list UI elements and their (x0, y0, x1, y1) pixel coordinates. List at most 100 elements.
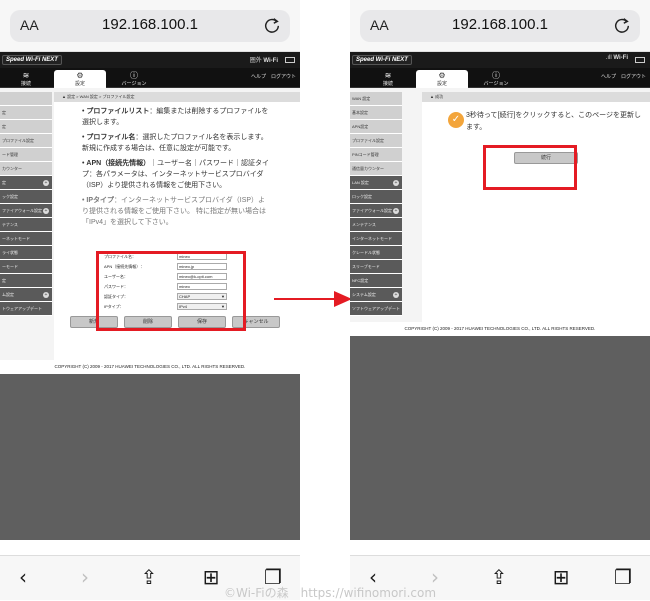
reload-icon[interactable] (263, 16, 281, 34)
help-link[interactable]: ヘルプ (251, 74, 266, 80)
expand-icon: + (43, 292, 49, 298)
sidebar-item[interactable]: PINコード管理 (350, 148, 402, 162)
sidebar-item[interactable] (0, 92, 52, 106)
sidebar-item-label: プロファイル設定 (352, 138, 384, 143)
arrow-icon (274, 291, 352, 307)
sidebar-item-label: ファイアウォール設定 (352, 208, 392, 213)
sidebar-item-label: カウンター (2, 166, 22, 171)
tabs-icon[interactable]: ❐ (612, 564, 634, 590)
sidebar-item[interactable]: ーネットモード (0, 232, 52, 246)
sidebar-item[interactable]: クレードル状態 (350, 246, 402, 260)
sidebar-item[interactable]: プロファイル設定 (350, 134, 402, 148)
wifi-icon: ≋ (384, 71, 392, 80)
sidebar-item-label: ード管理 (2, 152, 18, 157)
sidebar-item[interactable]: ード管理 (0, 148, 52, 162)
sidebar-item[interactable]: APN設定 (350, 120, 402, 134)
sidebar-item-label: テナンス (2, 222, 18, 227)
sidebar-item[interactable]: ム設定 + (0, 288, 52, 302)
signal-status: .ıll Wi-Fi (605, 55, 628, 61)
sidebar-item[interactable]: 通信量カウンター (350, 162, 402, 176)
tab-connect[interactable]: ≋ 接続 (0, 70, 52, 88)
router-header: Speed Wi-Fi NEXT .ıll Wi-Fi (350, 52, 650, 68)
left-phone-screen: AA 192.168.100.1 Speed Wi-Fi NEXT 圏外 Wi-… (0, 0, 300, 600)
sidebar-item[interactable]: 基本設定 (350, 106, 402, 120)
success-message: 3秒待って[続行]をクリックすると、このページを更新します。 (466, 112, 642, 131)
sidebar-item[interactable]: NFC設定 (350, 274, 402, 288)
sidebar-item[interactable]: 定 + (0, 176, 52, 190)
sidebar-item[interactable]: テナンス (0, 218, 52, 232)
sidebar-item-label: ーモード (2, 264, 18, 269)
back-icon[interactable]: ‹ (12, 564, 34, 590)
forward-icon[interactable]: › (74, 564, 96, 590)
sidebar-item-label: LAN 設定 (352, 180, 369, 185)
sidebar-item-label: NFC設定 (352, 278, 369, 283)
sidebar-item[interactable]: ーモード (0, 260, 52, 274)
settings-sidebar: 定定プロファイル設定 ード管理 カウンター定 + ック設定 ファイアウォール設定 + テナンス… (0, 92, 52, 316)
router-header: Speed Wi-Fi NEXT 圏外 Wi-Fi (0, 52, 300, 68)
sidebar-item-label: ファイアウォール設定 (2, 208, 42, 213)
highlight-box-continue (483, 145, 577, 190)
tab-settings[interactable]: ⚙ 設定 (54, 70, 106, 88)
bookmarks-icon[interactable]: ⊞ (550, 564, 572, 590)
router-tabbar: ≋ 接続 ⚙ 設定 ⓘ バージョン ヘルプ ログアウト (0, 68, 300, 88)
sidebar-item-label: 通信量カウンター (352, 166, 384, 171)
sidebar-item[interactable]: カウンター (0, 162, 52, 176)
sidebar-item[interactable]: システム設定 + (350, 288, 402, 302)
expand-icon: + (43, 180, 49, 186)
sidebar-item[interactable]: 定 (0, 274, 52, 288)
battery-icon (635, 57, 645, 63)
settings-content: WAN 設定基本設定 APN設定プロファイル設定 PINコード管理通信量カウンター L… (350, 88, 650, 322)
sidebar-item[interactable]: ソフトウェアアップデート (350, 302, 402, 316)
sidebar-item[interactable]: LAN 設定 + (350, 176, 402, 190)
copyright: COPYRIGHT (C) 2009 - 2017 HUAWEI TECHNOL… (0, 360, 300, 374)
gear-icon: ⚙ (438, 71, 446, 80)
sidebar-item-label: ーネットモード (2, 236, 30, 241)
desc-apn: • APN（接続先情報）｜ユーザー名｜パスワード｜認証タイプ：各パラメータは、イ… (82, 160, 270, 189)
expand-icon: + (393, 292, 399, 298)
tab-version[interactable]: ⓘ バージョン (108, 70, 160, 88)
sidebar-item[interactable]: インターネットモード (350, 232, 402, 246)
sidebar-item-label: クレードル状態 (352, 250, 380, 255)
reload-icon[interactable] (613, 16, 631, 34)
sidebar-item[interactable]: 定 (0, 106, 52, 120)
tab-version[interactable]: ⓘ バージョン (470, 70, 522, 88)
info-icon: ⓘ (130, 71, 138, 80)
highlight-box-form (96, 251, 246, 331)
sidebar-item[interactable]: ライ状態 (0, 246, 52, 260)
address-bar[interactable]: AA 192.168.100.1 (360, 10, 640, 42)
tab-settings[interactable]: ⚙ 設定 (416, 70, 468, 88)
sidebar-item[interactable]: ック設定 (0, 190, 52, 204)
router-logo: Speed Wi-Fi NEXT (352, 55, 412, 65)
sidebar-item-label: ライ状態 (2, 250, 18, 255)
sidebar-item[interactable]: ファイアウォール設定 + (350, 204, 402, 218)
right-phone-screen: AA 192.168.100.1 Speed Wi-Fi NEXT .ıll W… (350, 0, 650, 600)
sidebar-item-label: 定 (2, 180, 6, 185)
sidebar-item[interactable]: ファイアウォール設定 + (0, 204, 52, 218)
help-logout: ヘルプ ログアウト (596, 73, 646, 80)
logout-link[interactable]: ログアウト (271, 74, 296, 80)
sidebar-item-label: WAN 設定 (352, 96, 371, 101)
success-panel: ▲ 成功 ✓ 3秒待って[続行]をクリックすると、このページを更新します。 続行 (422, 92, 650, 322)
tab-connect[interactable]: ≋ 接続 (362, 70, 414, 88)
sidebar-item[interactable]: WAN 設定 (350, 92, 402, 106)
sidebar-item[interactable]: メンテナンス (350, 218, 402, 232)
sidebar-item-label: プロファイル設定 (2, 138, 34, 143)
sidebar-item-label: 定 (2, 124, 6, 129)
url-text: 192.168.100.1 (452, 16, 548, 33)
browser-toolbar: AA 192.168.100.1 (350, 0, 650, 52)
router-tabbar: ≋ 接続 ⚙ 設定 ⓘ バージョン ヘルプ ログアウト (350, 68, 650, 88)
help-link[interactable]: ヘルプ (601, 74, 616, 80)
sidebar-item-label: ック設定 (2, 194, 18, 199)
sidebar-item[interactable]: トウェアアップデート (0, 302, 52, 316)
wifi-icon: ≋ (22, 71, 30, 80)
sidebar-item[interactable]: スリープモード (350, 260, 402, 274)
sidebar-item[interactable]: プロファイル設定 (0, 134, 52, 148)
sidebar-item[interactable]: 定 (0, 120, 52, 134)
sidebar-item[interactable]: ロック設定 (350, 190, 402, 204)
desc-profile-name: • プロファイル名：選択したプロファイル名を表示します。新規に作成する場合は、任… (82, 134, 268, 152)
logout-link[interactable]: ログアウト (621, 74, 646, 80)
help-logout: ヘルプ ログアウト (246, 73, 296, 80)
address-bar[interactable]: AA 192.168.100.1 (10, 10, 290, 42)
breadcrumb: ▲ 成功 (422, 92, 650, 102)
signal-status: 圏外 Wi-Fi (249, 58, 278, 64)
